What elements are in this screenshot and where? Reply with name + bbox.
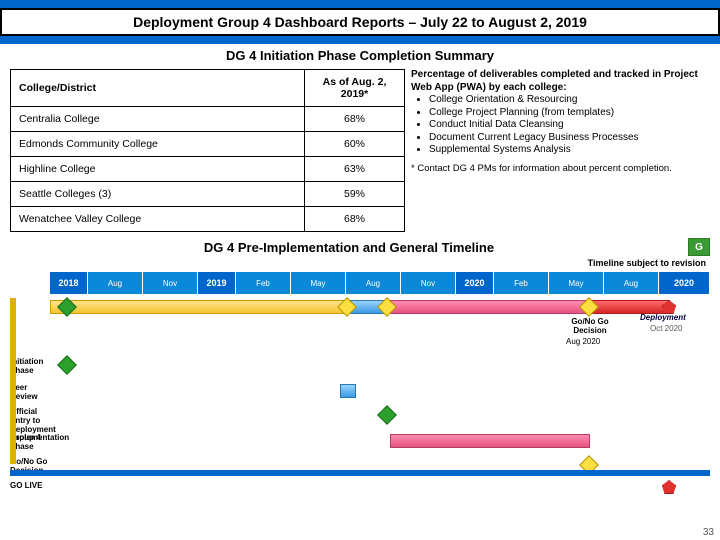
left-gold-bar bbox=[10, 298, 16, 464]
list-item: College Orientation & Resourcing bbox=[429, 94, 710, 107]
axis-month: Aug bbox=[604, 272, 659, 294]
notes-panel: Percentage of deliverables completed and… bbox=[411, 69, 710, 232]
marker-diamond-icon bbox=[57, 355, 77, 375]
bar-yellow bbox=[50, 300, 350, 314]
main-row: College/District As of Aug. 2, 2019* Cen… bbox=[0, 69, 720, 232]
bar-pink bbox=[390, 300, 590, 314]
axis-year: 2020 bbox=[659, 272, 710, 294]
notes-list: College Orientation & Resourcing College… bbox=[411, 94, 710, 157]
bar-red bbox=[590, 300, 670, 314]
page-title: Deployment Group 4 Dashboard Reports – J… bbox=[0, 8, 720, 36]
timeline-chart: Timeline subject to revision 2018 Aug No… bbox=[10, 258, 710, 498]
cell-name: Centralia College bbox=[11, 107, 305, 132]
cell-pct: 68% bbox=[305, 107, 405, 132]
status-badge: G bbox=[688, 238, 710, 256]
th-college: College/District bbox=[11, 70, 305, 107]
bar-pink bbox=[390, 434, 590, 448]
th-asof: As of Aug. 2, 2019* bbox=[305, 70, 405, 107]
notes-header: Percentage of deliverables completed and… bbox=[411, 69, 710, 94]
cell-pct: 59% bbox=[305, 182, 405, 207]
cell-name: Edmonds Community College bbox=[11, 132, 305, 157]
axis-month: Nov bbox=[143, 272, 198, 294]
cell-pct: 63% bbox=[305, 157, 405, 182]
ann-gonogo-date: Aug 2020 bbox=[566, 338, 600, 347]
notes-footnote: * Contact DG 4 PMs for information about… bbox=[411, 163, 710, 175]
bar-blue-small bbox=[340, 384, 356, 398]
list-item: Document Current Legacy Business Process… bbox=[429, 132, 710, 145]
row-label: GO LIVE bbox=[10, 482, 48, 491]
section2-title: DG 4 Pre-Implementation and General Time… bbox=[10, 240, 688, 255]
axis-year: 2020 bbox=[456, 272, 494, 294]
axis-month: Feb bbox=[236, 272, 291, 294]
axis-year: 2019 bbox=[198, 272, 236, 294]
cell-pct: 60% bbox=[305, 132, 405, 157]
section2-header: DG 4 Pre-Implementation and General Time… bbox=[0, 232, 720, 258]
axis-month: May bbox=[549, 272, 604, 294]
cell-pct: 68% bbox=[305, 207, 405, 232]
axis-month: Nov bbox=[401, 272, 456, 294]
page-number: 33 bbox=[703, 527, 714, 538]
ann-deploy: Deployment bbox=[640, 314, 686, 323]
ann-gonogo: Go/No Go Decision bbox=[560, 318, 620, 336]
cell-name: Highline College bbox=[11, 157, 305, 182]
ann-deploy-date: Oct 2020 bbox=[650, 325, 682, 334]
cell-name: Seattle Colleges (3) bbox=[11, 182, 305, 207]
timeline-subtitle: Timeline subject to revision bbox=[588, 258, 706, 268]
mid-blue-bar bbox=[0, 36, 720, 44]
list-item: Supplemental Systems Analysis bbox=[429, 144, 710, 157]
cell-name: Wenatchee Valley College bbox=[11, 207, 305, 232]
completion-table: College/District As of Aug. 2, 2019* Cen… bbox=[10, 69, 405, 232]
bottom-blue-bar bbox=[10, 470, 710, 476]
top-blue-bar bbox=[0, 0, 720, 8]
axis-month: May bbox=[291, 272, 346, 294]
axis-month: Aug bbox=[88, 272, 143, 294]
axis-month: Feb bbox=[494, 272, 549, 294]
axis-year: 2018 bbox=[50, 272, 88, 294]
marker-pentagon-icon bbox=[662, 480, 676, 494]
list-item: College Project Planning (from templates… bbox=[429, 107, 710, 120]
axis-month: Aug bbox=[346, 272, 401, 294]
marker-diamond-icon bbox=[377, 405, 397, 425]
timeline-axis: 2018 Aug Nov 2019 Feb May Aug Nov 2020 F… bbox=[50, 272, 710, 294]
section1-title: DG 4 Initiation Phase Completion Summary bbox=[0, 44, 720, 69]
list-item: Conduct Initial Data Cleansing bbox=[429, 119, 710, 132]
